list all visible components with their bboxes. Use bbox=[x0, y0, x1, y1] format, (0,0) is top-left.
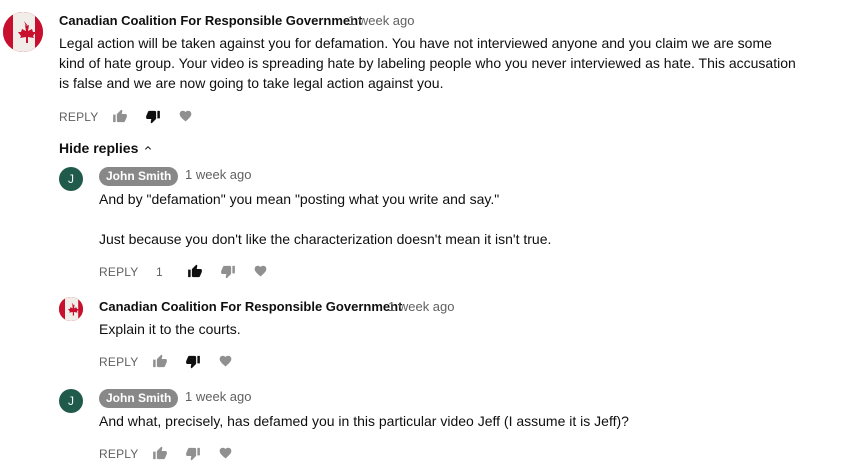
thumbs-down-icon[interactable] bbox=[145, 109, 161, 124]
reply-button[interactable]: REPLY bbox=[59, 110, 98, 124]
hide-replies-label: Hide replies bbox=[59, 140, 139, 156]
heart-icon[interactable] bbox=[253, 264, 268, 278]
reply-text: Explain it to the courts. bbox=[99, 321, 241, 337]
reply-author[interactable]: Canadian Coalition For Responsible Gover… bbox=[99, 299, 402, 314]
reply-author[interactable]: John Smith bbox=[99, 167, 179, 186]
comment-author[interactable]: Canadian Coalition For Responsible Gover… bbox=[59, 13, 362, 28]
thumbs-up-icon[interactable] bbox=[112, 109, 128, 124]
reply-text: And what, precisely, has defamed you in … bbox=[99, 413, 629, 429]
reply-button[interactable]: REPLY bbox=[99, 447, 138, 461]
chevron-up-icon bbox=[145, 146, 152, 150]
avatar-letter: J bbox=[68, 394, 74, 408]
reply-timestamp[interactable]: 1 week ago bbox=[185, 389, 252, 404]
thumbs-up-icon[interactable] bbox=[152, 446, 168, 461]
reply-author[interactable]: John Smith bbox=[99, 389, 179, 408]
comment-text: Legal action will be taken against you f… bbox=[59, 35, 796, 91]
thumbs-down-icon[interactable] bbox=[220, 264, 236, 279]
like-count: 1 bbox=[156, 265, 163, 279]
reply-text-line-1: And by "defamation" you mean "posting wh… bbox=[99, 191, 500, 207]
thumbs-up-icon[interactable] bbox=[152, 354, 168, 369]
reply-text-line-2: Just because you don't like the characte… bbox=[99, 231, 552, 247]
heart-icon[interactable] bbox=[218, 446, 233, 460]
reply-timestamp[interactable]: 1 week ago bbox=[388, 299, 455, 314]
avatar-letter: J bbox=[68, 172, 74, 186]
thumbs-up-icon[interactable] bbox=[187, 264, 203, 279]
commenter-avatar[interactable] bbox=[3, 12, 43, 52]
maple-leaf-icon bbox=[3, 12, 43, 52]
heart-icon[interactable] bbox=[218, 354, 233, 368]
reply-avatar[interactable]: J bbox=[59, 167, 83, 191]
reply-avatar[interactable]: J bbox=[59, 389, 83, 413]
reply-avatar[interactable] bbox=[59, 297, 83, 321]
thumbs-down-icon[interactable] bbox=[185, 354, 201, 369]
thumbs-down-icon[interactable] bbox=[185, 446, 201, 461]
comment-timestamp[interactable]: 1 week ago bbox=[348, 13, 415, 28]
maple-leaf-icon bbox=[59, 297, 83, 321]
reply-button[interactable]: REPLY bbox=[99, 355, 138, 369]
hide-replies-toggle[interactable]: Hide replies bbox=[59, 139, 154, 157]
heart-icon[interactable] bbox=[178, 109, 193, 123]
reply-timestamp[interactable]: 1 week ago bbox=[185, 167, 252, 182]
reply-button[interactable]: REPLY bbox=[99, 265, 138, 279]
